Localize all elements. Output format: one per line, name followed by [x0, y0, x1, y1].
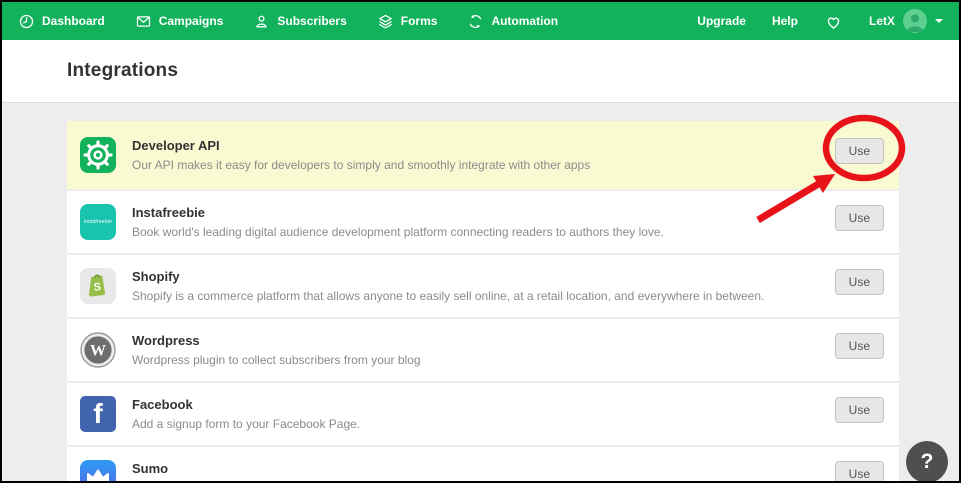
integration-title: Sumo [132, 461, 169, 476]
integration-row-sumo: Sumo Tools to grow your email list: pop-… [67, 447, 899, 481]
integration-title: Developer API [132, 138, 220, 153]
use-button-shopify[interactable]: Use [834, 269, 884, 295]
nav-item-automation[interactable]: Automation [467, 13, 558, 30]
help-fab-button[interactable]: ? [906, 441, 948, 481]
upgrade-link[interactable]: Upgrade [697, 14, 746, 28]
use-button-wordpress[interactable]: Use [834, 333, 884, 359]
integration-row-wordpress: W Wordpress Wordpress plugin to collect … [67, 319, 899, 381]
clock-icon [18, 13, 35, 30]
integration-description: Add a signup form to your Facebook Page. [132, 417, 361, 431]
integration-row-shopify: S Shopify Shopify is a commerce platform… [67, 255, 899, 317]
integration-description: Wordpress plugin to collect subscribers … [132, 353, 421, 367]
chevron-down-icon [935, 19, 943, 23]
integration-title: Shopify [132, 269, 180, 284]
person-icon [253, 13, 270, 30]
integration-row-instafreebie: instafreebie Instafreebie Book world's l… [67, 191, 899, 253]
crown-icon [80, 460, 116, 481]
nav-item-dashboard[interactable]: Dashboard [18, 13, 105, 30]
integration-description: Our API makes it easy for developers to … [132, 158, 591, 172]
avatar [903, 9, 927, 33]
facebook-f-glyph: f [93, 398, 103, 429]
account-name: LetX [868, 14, 895, 28]
nav-label: Campaigns [158, 14, 224, 28]
nav-label: Dashboard [42, 14, 105, 28]
integration-title: Facebook [132, 397, 193, 412]
refresh-icon [467, 13, 484, 30]
nav-item-forms[interactable]: Forms [377, 13, 438, 30]
nav-label: Automation [491, 14, 559, 28]
layers-icon [377, 13, 394, 30]
integration-description: Book world's leading digital audience de… [132, 225, 664, 239]
help-link[interactable]: Help [772, 14, 798, 28]
nav-label: Forms [400, 14, 438, 28]
nav-item-subscribers[interactable]: Subscribers [253, 13, 347, 30]
wordpress-icon: W [80, 332, 116, 368]
integration-row-facebook: f Facebook Add a signup form to your Fac… [67, 383, 899, 445]
integration-description: Shopify is a commerce platform that allo… [132, 289, 765, 303]
top-navbar: Dashboard Campaigns Subscribers Forms Au… [2, 2, 959, 40]
facebook-icon: f [80, 396, 116, 432]
nav-label: Subscribers [277, 14, 347, 28]
integrations-list: Developer API Our API makes it easy for … [2, 103, 959, 481]
use-button-instafreebie[interactable]: Use [834, 205, 884, 231]
page-header: Integrations [2, 40, 959, 103]
envelope-icon [135, 13, 152, 30]
instafreebie-icon-label: instafreebie [83, 219, 113, 225]
use-button-developer-api[interactable]: Use [834, 138, 884, 164]
page-title: Integrations [67, 60, 179, 81]
svg-text:S: S [93, 281, 101, 294]
use-button-sumo[interactable]: Use [834, 461, 884, 481]
shopify-icon: S [80, 268, 116, 304]
app-window: Dashboard Campaigns Subscribers Forms Au… [0, 0, 961, 483]
svg-text:W: W [90, 343, 106, 360]
gear-icon [80, 137, 116, 173]
integration-title: Wordpress [132, 333, 200, 348]
nav-item-campaigns[interactable]: Campaigns [135, 13, 224, 30]
integration-title: Instafreebie [132, 205, 205, 220]
use-button-facebook[interactable]: Use [834, 397, 884, 423]
instafreebie-icon: instafreebie [80, 204, 116, 240]
integration-row-developer-api: Developer API Our API makes it easy for … [67, 121, 899, 189]
heart-icon[interactable] [824, 13, 843, 30]
account-menu[interactable]: LetX [869, 9, 943, 33]
